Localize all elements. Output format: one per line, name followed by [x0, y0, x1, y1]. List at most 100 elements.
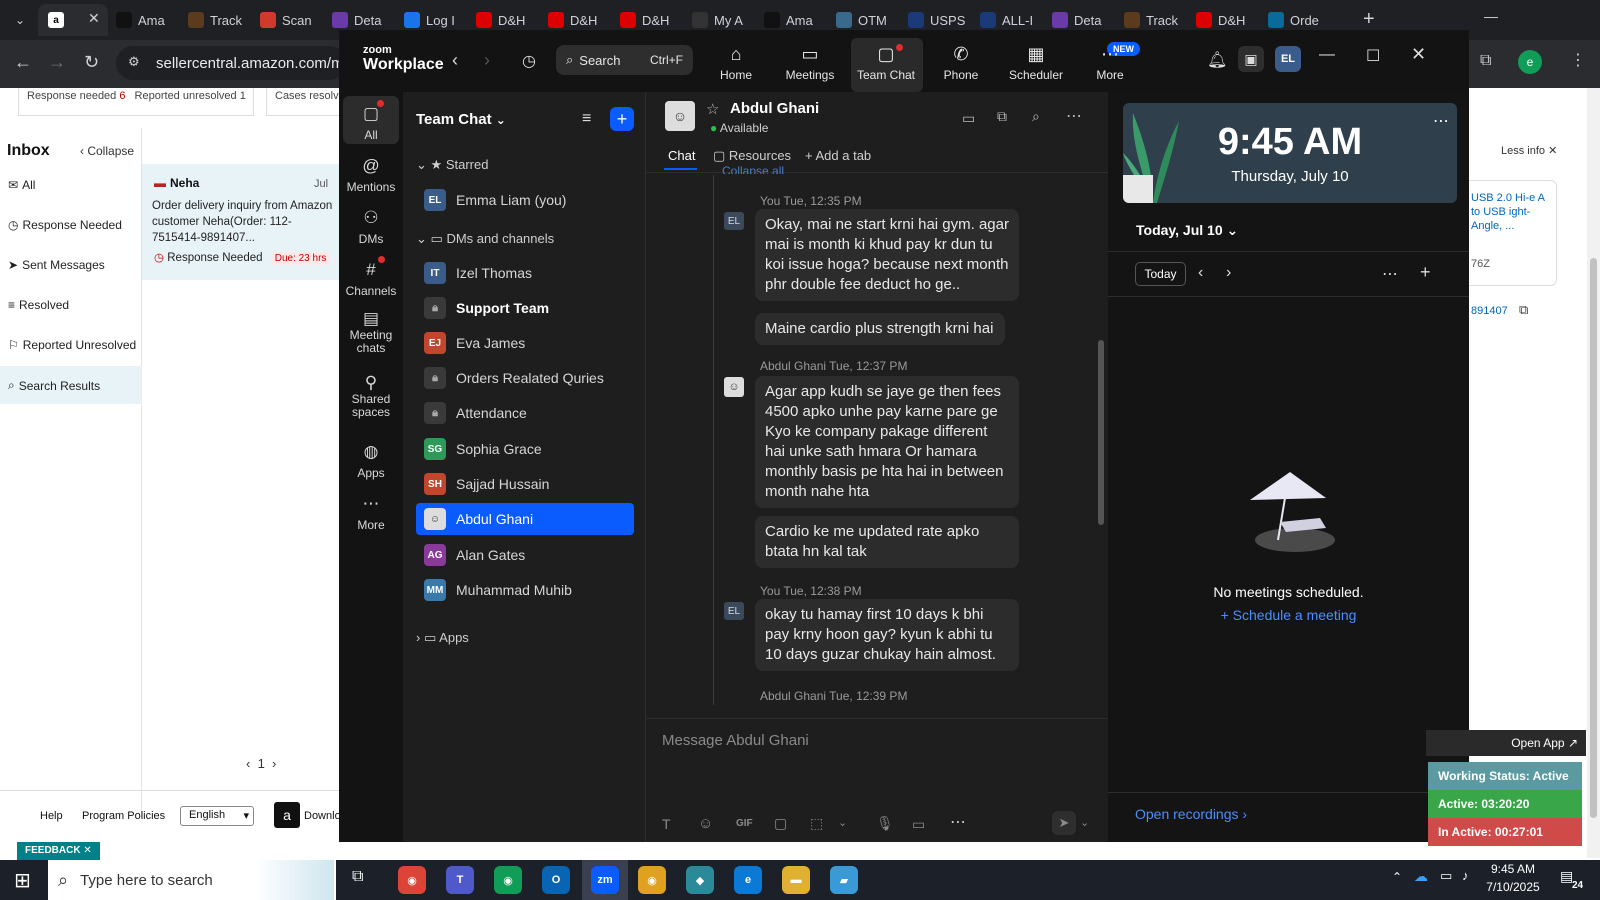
message-bubble[interactable]: Cardio ke me updated rate apko btata hn … — [755, 516, 1019, 568]
rail-all[interactable]: ▢ All — [339, 104, 403, 142]
browser-tab[interactable]: Ama — [116, 8, 180, 32]
browser-menu-icon[interactable]: ⋮ — [1570, 50, 1586, 70]
new-tab-icon[interactable]: + — [1363, 8, 1375, 31]
filter-bar[interactable]: Response needed 6 Reported unresolved 1 — [18, 88, 254, 116]
message-input[interactable]: Message Abdul Ghani — [662, 732, 809, 749]
emoji-icon[interactable]: ☺ — [698, 815, 713, 832]
order-link[interactable]: 891407 — [1471, 305, 1508, 317]
tab-resources[interactable]: ▢ Resources — [713, 148, 791, 164]
product-link[interactable]: USB 2.0 Hi-e A to USB ight-Angle, ... — [1471, 191, 1553, 233]
open-recordings-link[interactable]: Open recordings › — [1135, 806, 1247, 822]
nav-meetings[interactable]: ▭ Meetings — [775, 44, 845, 82]
prev-day-icon[interactable]: ‹ — [1198, 264, 1203, 282]
notifications-icon[interactable]: 🔔︎ — [1207, 50, 1227, 70]
chat-scrollbar[interactable] — [1098, 340, 1104, 525]
browser-tab[interactable]: Track — [188, 8, 252, 32]
message-bubble[interactable]: okay tu hamay first 10 days k bhi pay kr… — [755, 599, 1019, 671]
zoom-close-icon[interactable]: ✕ — [1411, 44, 1426, 65]
collapse-button[interactable]: ‹ Collapse — [80, 144, 134, 158]
rail-channels[interactable]: # Channels — [339, 260, 403, 298]
windows-start-icon[interactable]: ⊞ — [14, 868, 31, 893]
format-text-icon[interactable]: T — [662, 816, 671, 832]
chat-more-icon[interactable]: ⋯ — [1066, 106, 1082, 126]
contact-photo-avatar[interactable]: ☺ — [665, 101, 695, 131]
contact-item[interactable]: 🔒︎ Orders Realated Quries — [416, 362, 634, 394]
close-tab-icon[interactable]: ✕ — [88, 10, 100, 27]
browser-tab[interactable]: OTM — [836, 8, 900, 32]
msg-avatar-el[interactable]: EL — [724, 212, 744, 230]
profile-avatar[interactable]: e — [1518, 50, 1542, 74]
collapse-all-link[interactable]: Collapse all — [722, 164, 784, 174]
chat-contact-name[interactable]: Abdul Ghani — [730, 100, 819, 117]
search-chat-icon[interactable]: ⌕ — [1032, 108, 1040, 125]
add-event-icon[interactable]: + — [1420, 262, 1431, 283]
rail-shared-spaces[interactable]: ⚲ Shared spaces — [339, 374, 403, 419]
message-bubble[interactable]: Okay, mai ne start krni hai gym. agar ma… — [755, 209, 1019, 301]
date-picker[interactable]: Today, Jul 10 ⌄ — [1136, 222, 1238, 239]
browser-tab[interactable]: Orde — [1268, 8, 1332, 32]
contact-item[interactable]: IT Izel Thomas — [416, 257, 634, 289]
message-card[interactable]: ▬ Neha Jul Order delivery inquiry from Am… — [142, 164, 340, 280]
browser-tab[interactable]: Ama — [764, 8, 828, 32]
copy-icon[interactable]: ⧉ — [1519, 302, 1528, 318]
gift-icon[interactable]: ▣ — [1238, 46, 1264, 72]
contact-item[interactable]: 🔒︎ Support Team — [416, 292, 634, 324]
rail-mentions[interactable]: @ Mentions — [339, 156, 403, 194]
msg-avatar-el[interactable]: EL — [724, 602, 744, 620]
nav-resolved[interactable]: ≡ Resolved — [8, 298, 69, 312]
back-icon[interactable]: ← — [14, 52, 32, 73]
schedule-meeting-link[interactable]: + Schedule a meeting — [1108, 607, 1469, 623]
nav-response-needed[interactable]: ◷ Response Needed — [8, 218, 122, 232]
tab-chat[interactable]: Chat — [668, 148, 695, 163]
product-card[interactable]: USB 2.0 Hi-e A to USB ight-Angle, ... — [1469, 180, 1557, 286]
nav-more[interactable]: ⋯ More — [1075, 44, 1145, 82]
star-outline-icon[interactable]: ☆ — [706, 100, 719, 118]
nav-phone[interactable]: ✆ Phone — [926, 44, 996, 82]
zoom-search[interactable]: ⌕ Search Ctrl+F — [556, 45, 693, 75]
app-diamond-icon[interactable]: ◆ — [686, 866, 714, 894]
message-bubble[interactable]: Agar app kudh se jaye ge then fees 4500 … — [755, 376, 1019, 508]
send-options-chevron-icon[interactable]: ⌄ — [1080, 816, 1089, 829]
browser-tab[interactable]: Scan — [260, 8, 324, 32]
open-app-button[interactable]: Open App ↗ — [1426, 730, 1586, 756]
browser-tab[interactable]: Log I — [404, 8, 468, 32]
rail-more[interactable]: ⋯ More — [339, 494, 403, 532]
program-policies-link[interactable]: Program Policies — [82, 810, 165, 822]
taskbar-time[interactable]: 9:45 AM — [1484, 862, 1542, 876]
zoom-back-icon[interactable]: ‹ — [452, 50, 458, 71]
chrome-alt-icon[interactable]: ◉ — [638, 866, 666, 894]
zoom-maximize-icon[interactable]: ☐ — [1366, 46, 1380, 66]
user-avatar[interactable]: EL — [1275, 46, 1301, 72]
screenshot-chevron-icon[interactable]: ⌄ — [838, 816, 847, 829]
download-link[interactable]: Downlo — [304, 810, 341, 822]
edge-icon[interactable]: e — [734, 866, 762, 894]
task-view-icon[interactable]: ⧉ — [352, 868, 363, 886]
contact-item[interactable]: 🔒︎ Attendance — [416, 397, 634, 429]
chrome-icon[interactable]: ◉ — [398, 866, 426, 894]
browser-tab[interactable]: Deta — [1052, 8, 1116, 32]
browser-tab[interactable]: D&H — [620, 8, 684, 32]
today-button[interactable]: Today — [1135, 262, 1186, 286]
feedback-button[interactable]: FEEDBACK ✕ — [17, 842, 100, 860]
url-field[interactable]: ⚙ sellercentral.amazon.com/me — [116, 46, 346, 80]
outlook-icon[interactable]: O — [542, 866, 570, 894]
clock-more-icon[interactable]: ⋯ — [1433, 111, 1449, 131]
taskbar-search[interactable]: ⌕ Type here to search — [48, 860, 336, 900]
active-tab[interactable]: a ✕ — [38, 4, 108, 36]
next-day-icon[interactable]: › — [1226, 264, 1231, 282]
rail-meeting-chats[interactable]: ▤ Meeting chats — [339, 310, 403, 355]
contact-item[interactable]: EJ Eva James — [416, 327, 634, 359]
zoom-minimize-icon[interactable]: — — [1319, 46, 1335, 64]
zoom-taskbar-icon[interactable]: zm — [591, 866, 619, 894]
pagination[interactable]: ‹ 1 › — [246, 756, 276, 771]
filter-icon[interactable]: ≡ — [582, 110, 591, 128]
composer-more-icon[interactable]: ⋯ — [950, 812, 966, 832]
scrollbar-thumb[interactable] — [1590, 258, 1597, 818]
cases-filter[interactable]: Cases resolv — [266, 88, 340, 116]
nav-all[interactable]: ✉ All — [8, 178, 35, 192]
video-message-icon[interactable]: ▭ — [912, 816, 925, 833]
less-info-button[interactable]: Less info ✕ — [1501, 144, 1557, 157]
contact-item[interactable]: SG Sophia Grace — [416, 433, 634, 465]
browser-tab[interactable]: Track — [1124, 8, 1188, 32]
share-screen-icon[interactable]: ⧉ — [997, 108, 1007, 125]
